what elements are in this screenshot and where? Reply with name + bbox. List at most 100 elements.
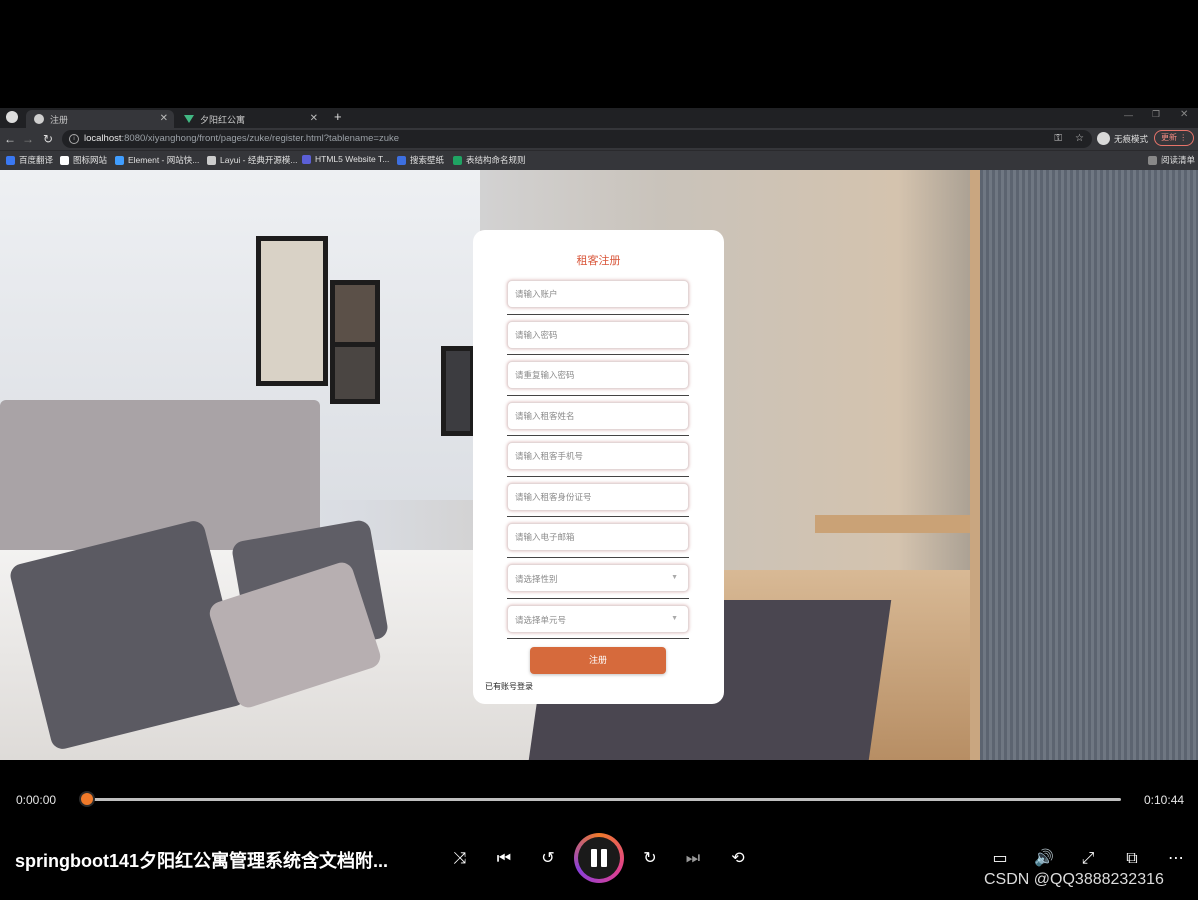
password-input[interactable] <box>507 321 689 349</box>
bookmark-item[interactable]: 图标网站 <box>60 154 107 166</box>
divider <box>507 314 689 315</box>
layui-icon <box>207 155 216 165</box>
divider <box>507 557 689 558</box>
miniplayer-icon[interactable]: ⧉ <box>1120 848 1144 870</box>
divider <box>507 476 689 477</box>
desk <box>815 515 975 533</box>
form-title: 租客注册 <box>576 255 621 267</box>
close-window-icon[interactable]: ✕ <box>1180 109 1188 120</box>
address-bar[interactable]: i localhost:8080/xiyanghong/front/pages/… <box>62 130 1092 148</box>
bookmark-item[interactable]: Layui - 经典开源模... <box>207 154 297 166</box>
browser-window: 注册 ✕ 夕阳红公寓 ✕ + — ❐ ✕ ← → ↻ i localhost:8… <box>0 108 1198 760</box>
id-card-field[interactable] <box>508 484 688 510</box>
wall-picture <box>330 342 380 404</box>
element-icon <box>115 155 124 165</box>
tab-register[interactable]: 注册 ✕ <box>26 110 174 128</box>
next-icon[interactable]: ⏭ <box>681 848 705 870</box>
account-field[interactable] <box>508 281 688 307</box>
chrome-menu-icon[interactable] <box>6 111 18 123</box>
vue-icon <box>184 115 194 123</box>
repeat-password-field[interactable] <box>508 362 688 388</box>
pause-icon <box>578 837 620 879</box>
pause-button[interactable] <box>574 833 624 883</box>
unit-placeholder: 请选择单元号 <box>515 615 567 625</box>
video-title: springboot141夕阳红公寓管理系统含文档附... <box>15 851 389 871</box>
bookmark-item[interactable]: Element - 网站快... <box>115 154 199 166</box>
phone-field[interactable] <box>508 443 688 469</box>
url-text: localhost:8080/xiyanghong/front/pages/zu… <box>84 130 399 148</box>
key-icon[interactable]: ⚿ <box>1054 130 1062 148</box>
name-input[interactable] <box>507 402 689 430</box>
name-field[interactable] <box>508 403 688 429</box>
fullscreen-icon[interactable]: ⤢ <box>1076 848 1100 870</box>
gender-placeholder: 请选择性别 <box>515 574 558 584</box>
email-input[interactable] <box>507 523 689 551</box>
reading-list[interactable]: 阅读清单 <box>1148 154 1195 166</box>
divider <box>507 638 689 639</box>
subtitles-icon[interactable]: ▭ <box>988 848 1012 870</box>
divider <box>507 516 689 517</box>
current-time: 0:00:00 <box>16 793 57 807</box>
reading-list-icon <box>1148 155 1157 165</box>
forward-30-icon[interactable]: ↻ <box>638 848 662 870</box>
id-card-input[interactable] <box>507 483 689 511</box>
register-button[interactable]: 注册 <box>530 647 666 674</box>
divider <box>507 435 689 436</box>
forward-icon[interactable]: → <box>20 131 36 147</box>
reload-icon[interactable]: ↻ <box>40 131 56 147</box>
repeat-password-input[interactable] <box>507 361 689 389</box>
back-icon[interactable]: ← <box>2 131 18 147</box>
translate-icon <box>6 155 15 165</box>
sheet-icon <box>453 155 462 165</box>
tab-apartment[interactable]: 夕阳红公寓 ✕ <box>176 110 324 128</box>
star-icon[interactable]: ☆ <box>1075 130 1084 148</box>
seek-handle[interactable] <box>81 793 93 805</box>
more-icon[interactable]: ⋯ <box>1164 848 1188 870</box>
minimize-icon[interactable]: — <box>1124 110 1133 120</box>
close-icon[interactable]: ✕ <box>310 113 318 124</box>
divider <box>507 354 689 355</box>
bookmark-item[interactable]: 搜索壁纸 <box>397 154 444 166</box>
bookmark-item[interactable]: HTML5 Website T... <box>302 154 389 164</box>
gender-select[interactable]: 请选择性别 ▼ <box>507 564 689 592</box>
globe-icon <box>34 114 44 124</box>
rewind-10-icon[interactable]: ↺ <box>536 848 560 870</box>
bookmarks-bar: 百度翻译 图标网站 Element - 网站快... Layui - 经典开源模… <box>0 150 1198 170</box>
update-label: 更新 <box>1161 133 1177 142</box>
bookmark-item[interactable]: 表结构命名规则 <box>453 154 526 166</box>
tab-label: 夕阳红公寓 <box>200 114 246 125</box>
wallpaper-icon <box>397 155 406 165</box>
account-input[interactable] <box>507 280 689 308</box>
close-icon[interactable]: ✕ <box>160 113 168 124</box>
incognito-icon[interactable] <box>1097 132 1110 145</box>
update-button[interactable]: 更新 ⋮ <box>1154 130 1194 146</box>
maximize-icon[interactable]: ❐ <box>1152 109 1160 120</box>
incognito-label: 无痕模式 <box>1114 134 1149 144</box>
password-field[interactable] <box>508 322 688 348</box>
html5-icon <box>302 154 311 164</box>
toolbar: ← → ↻ i localhost:8080/xiyanghong/front/… <box>0 128 1198 150</box>
duration: 0:10:44 <box>1144 793 1185 807</box>
volume-icon[interactable]: 🔊 <box>1032 848 1056 870</box>
previous-icon[interactable]: ⏮ <box>492 848 516 870</box>
url-host: localhost <box>84 133 122 144</box>
chevron-down-icon: ▼ <box>671 574 678 581</box>
login-link[interactable]: 已有账号登录 <box>485 681 533 692</box>
phone-input[interactable] <box>507 442 689 470</box>
watermark: CSDN @QQ3888232316 <box>984 871 1164 888</box>
seek-bar[interactable] <box>88 798 1121 801</box>
repeat-icon[interactable]: ⟲ <box>726 848 750 870</box>
wall-picture <box>441 346 475 436</box>
new-tab-button[interactable]: + <box>334 109 342 124</box>
shuffle-icon[interactable]: ⤨ <box>448 848 472 870</box>
email-field[interactable] <box>508 524 688 550</box>
wall-picture <box>256 236 328 386</box>
info-icon[interactable]: i <box>69 134 79 144</box>
video-player: 0:00:00 0:10:44 springboot141夕阳红公寓管理系统含文… <box>0 760 1198 900</box>
unit-select[interactable]: 请选择单元号 ▼ <box>507 605 689 633</box>
chevron-down-icon: ▼ <box>671 615 678 622</box>
tab-bar: 注册 ✕ 夕阳红公寓 ✕ + — ❐ ✕ <box>0 108 1198 128</box>
closet-door <box>970 170 1198 760</box>
bookmark-item[interactable]: 百度翻译 <box>6 154 53 166</box>
flag-icon <box>60 155 69 165</box>
